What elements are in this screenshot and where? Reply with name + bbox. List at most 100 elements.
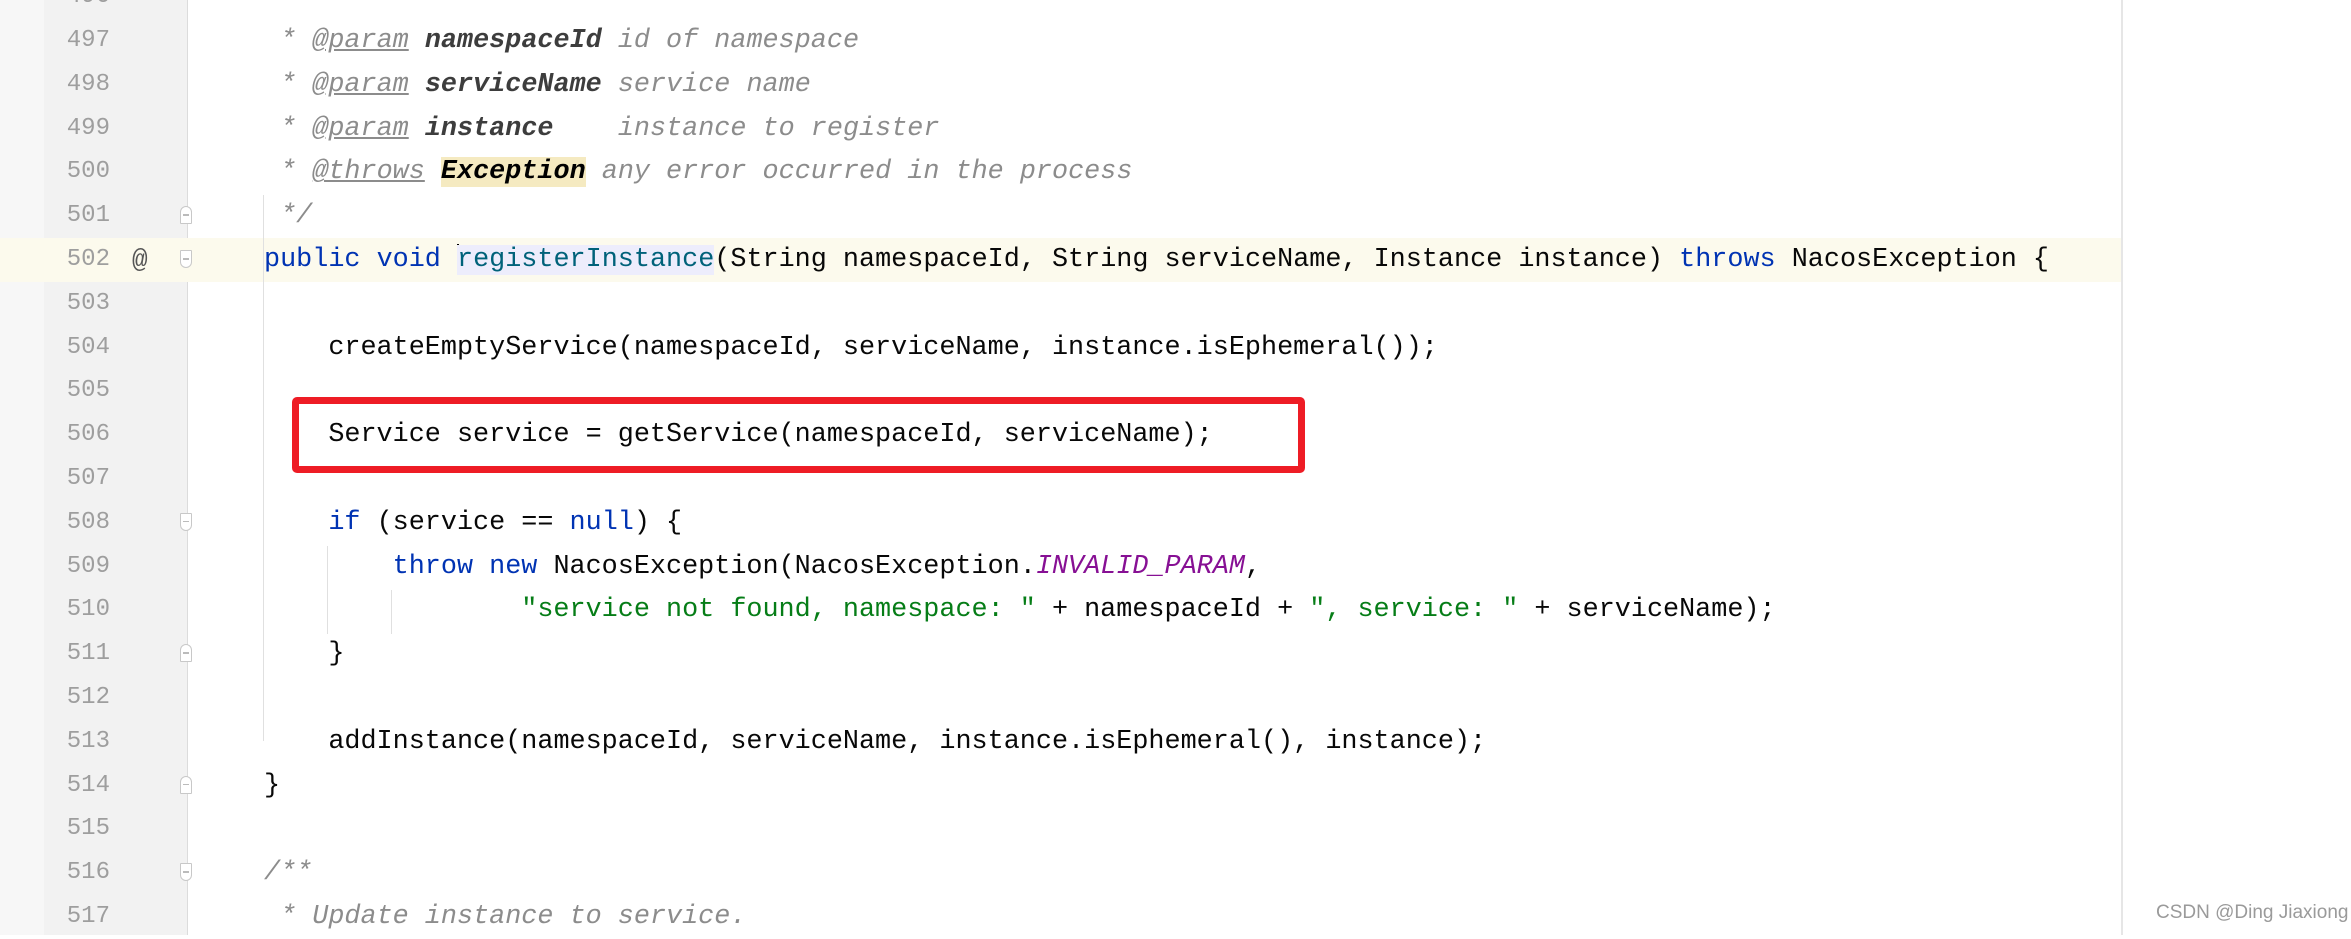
line-number: 516 — [66, 859, 110, 887]
code-line[interactable]: 510 "service not found, namespace: " + na… — [0, 588, 2121, 632]
indent-guide — [391, 590, 392, 634]
right-margin-guide — [2121, 0, 2123, 935]
code-token: @param — [312, 26, 409, 56]
code-token: + serviceName); — [1518, 595, 1776, 626]
fold-end-icon[interactable] — [180, 206, 192, 225]
code-line[interactable]: 499 * @param instance instance to regist… — [0, 107, 2121, 151]
override-annotation-icon[interactable]: @ — [132, 238, 148, 282]
code-line[interactable]: 509 throw new NacosException(NacosExcepti… — [0, 545, 2121, 589]
code-token: } — [328, 639, 345, 670]
code-line[interactable]: 497 * @param namespaceId id of namespace — [0, 19, 2121, 63]
line-number: 517 — [66, 903, 110, 930]
code-token: @throws — [312, 157, 425, 188]
line-number: 503 — [66, 289, 110, 317]
code-token: * Update instance to service. — [264, 902, 747, 932]
code-token: throw new — [392, 551, 538, 582]
code-text: /** — [264, 851, 312, 895]
line-number: 506 — [66, 421, 110, 449]
code-token: namespaceId — [424, 26, 602, 56]
code-text: "service not found, namespace: " + names… — [521, 588, 1775, 632]
line-number: 497 — [66, 27, 110, 54]
fold-end-icon[interactable] — [180, 775, 192, 794]
line-number: 507 — [66, 465, 110, 492]
code-token: } — [264, 770, 281, 801]
indent-guide — [327, 546, 328, 634]
code-token: NacosException(NacosException. — [537, 551, 1036, 582]
code-token: * — [264, 113, 313, 144]
fold-start-icon[interactable] — [180, 863, 192, 882]
code-line[interactable]: 501 */ — [0, 194, 2121, 238]
line-number: 510 — [66, 596, 110, 624]
line-number: 501 — [66, 202, 110, 230]
code-line[interactable]: 508 if (service == null) { — [0, 501, 2121, 545]
line-number: 509 — [66, 552, 110, 580]
code-token: */ — [264, 201, 313, 232]
code-token: (String namespaceId, String serviceName,… — [714, 245, 1680, 275]
code-token: service name — [601, 69, 811, 100]
indent-guide — [263, 195, 264, 741]
code-line[interactable]: 512 — [0, 676, 2121, 720]
code-token: any error occurred in the process — [585, 157, 1133, 188]
code-token: instance — [424, 113, 554, 144]
code-token: ", service: " — [1309, 595, 1519, 626]
code-line[interactable]: 516 /** — [0, 851, 2121, 895]
code-token: ) { — [633, 507, 683, 538]
code-line[interactable]: 517 * Update instance to service. — [0, 895, 2121, 939]
code-token: if — [328, 507, 361, 538]
code-token: INVALID_PARAM — [1035, 551, 1245, 582]
code-line[interactable]: 496 * — [0, 0, 2121, 19]
code-line[interactable]: 498 * @param serviceName service name — [0, 63, 2121, 107]
code-token: @param — [312, 69, 409, 100]
line-number: 513 — [66, 727, 110, 755]
code-token: @param — [312, 113, 409, 144]
code-token: "service not found, namespace: " — [521, 595, 1036, 626]
code-line[interactable]: 515 — [0, 807, 2121, 851]
code-text: * @param namespaceId id of namespace — [264, 19, 859, 63]
code-token: * — [264, 157, 313, 188]
code-token: NacosException { — [1775, 245, 2050, 275]
code-text: * — [264, 0, 296, 19]
code-line[interactable]: 513 addInstance(namespaceId, serviceName,… — [0, 720, 2121, 764]
fold-start-icon[interactable] — [180, 250, 192, 268]
line-number: 512 — [66, 684, 110, 711]
code-text: public void registerInstance(String name… — [264, 238, 2049, 282]
code-text: * Update instance to service. — [264, 895, 746, 939]
code-text: } — [328, 632, 344, 676]
code-line[interactable]: 511} — [0, 632, 2121, 676]
line-number: 508 — [66, 508, 110, 536]
code-token: Exception — [440, 157, 586, 188]
code-token: instance to register — [553, 113, 940, 144]
code-token: (service == — [360, 507, 570, 538]
code-token: * — [264, 26, 313, 56]
line-number: 514 — [66, 771, 110, 799]
code-token: /** — [264, 858, 313, 889]
code-line[interactable]: 504 createEmptyService(namespaceId, servi… — [0, 326, 2121, 370]
code-token: createEmptyService(namespaceId, serviceN… — [328, 332, 1438, 363]
code-token: addInstance(namespaceId, serviceName, in… — [328, 726, 1487, 757]
code-line[interactable]: 503 — [0, 282, 2121, 326]
code-text: * @throws Exception any error occurred i… — [264, 150, 1132, 194]
code-token: id of namespace — [601, 26, 860, 56]
fold-end-icon[interactable] — [180, 644, 192, 663]
line-number: 515 — [66, 815, 110, 843]
code-line[interactable]: 502 @ public void registerInstance(String … — [0, 238, 2121, 282]
code-line[interactable]: 514} — [0, 764, 2121, 808]
code-token: * — [264, 0, 296, 12]
watermark: CSDN @Ding Jiaxiong — [2156, 902, 2349, 923]
line-number: 498 — [66, 70, 110, 98]
code-token: , — [1244, 551, 1262, 582]
line-number: 496 — [44, 0, 110, 19]
line-number: 502 — [66, 246, 110, 273]
line-number: 504 — [66, 333, 110, 361]
line-number: 505 — [66, 377, 110, 405]
line-number: 500 — [66, 158, 110, 186]
code-token: throws — [1679, 245, 1776, 275]
code-text: createEmptyService(namespaceId, serviceN… — [328, 326, 1438, 370]
highlight-annotation-box — [292, 397, 1305, 473]
code-line[interactable]: 500 * @throws Exception any error occurr… — [0, 150, 2121, 194]
fold-start-icon[interactable] — [180, 512, 192, 531]
code-token: registerInstance — [456, 245, 715, 275]
